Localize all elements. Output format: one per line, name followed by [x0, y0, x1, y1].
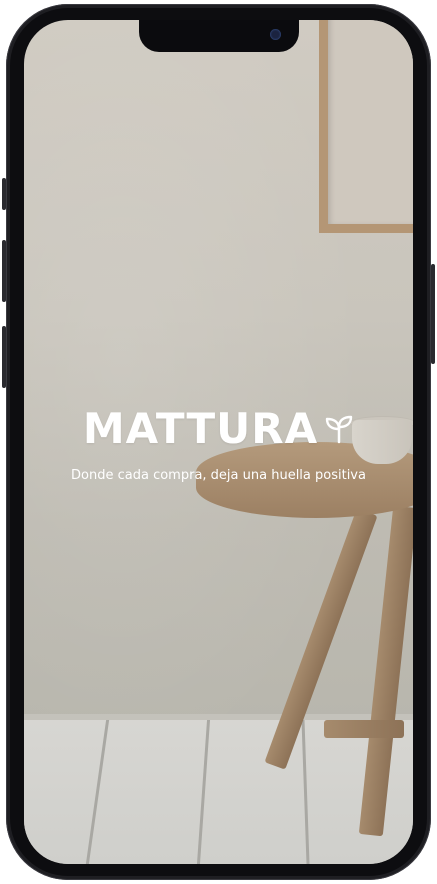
brand-logo: MATTURA	[83, 404, 354, 453]
mute-switch	[2, 178, 6, 210]
brand-name: MATTURA	[82, 404, 319, 453]
splash-screen: MATTURA Donde cada compra, deja una huel…	[24, 20, 413, 864]
sprout-icon	[325, 415, 353, 443]
wooden-floor	[24, 720, 413, 864]
table-rail	[324, 720, 404, 738]
volume-down-button	[2, 326, 6, 388]
front-camera	[270, 29, 281, 40]
notch	[139, 20, 299, 52]
brand-header: MATTURA	[24, 404, 413, 453]
power-button	[431, 264, 435, 364]
wall-picture-frame	[319, 20, 413, 233]
volume-up-button	[2, 240, 6, 302]
tagline: Donde cada compra, deja una huella posit…	[71, 468, 366, 483]
